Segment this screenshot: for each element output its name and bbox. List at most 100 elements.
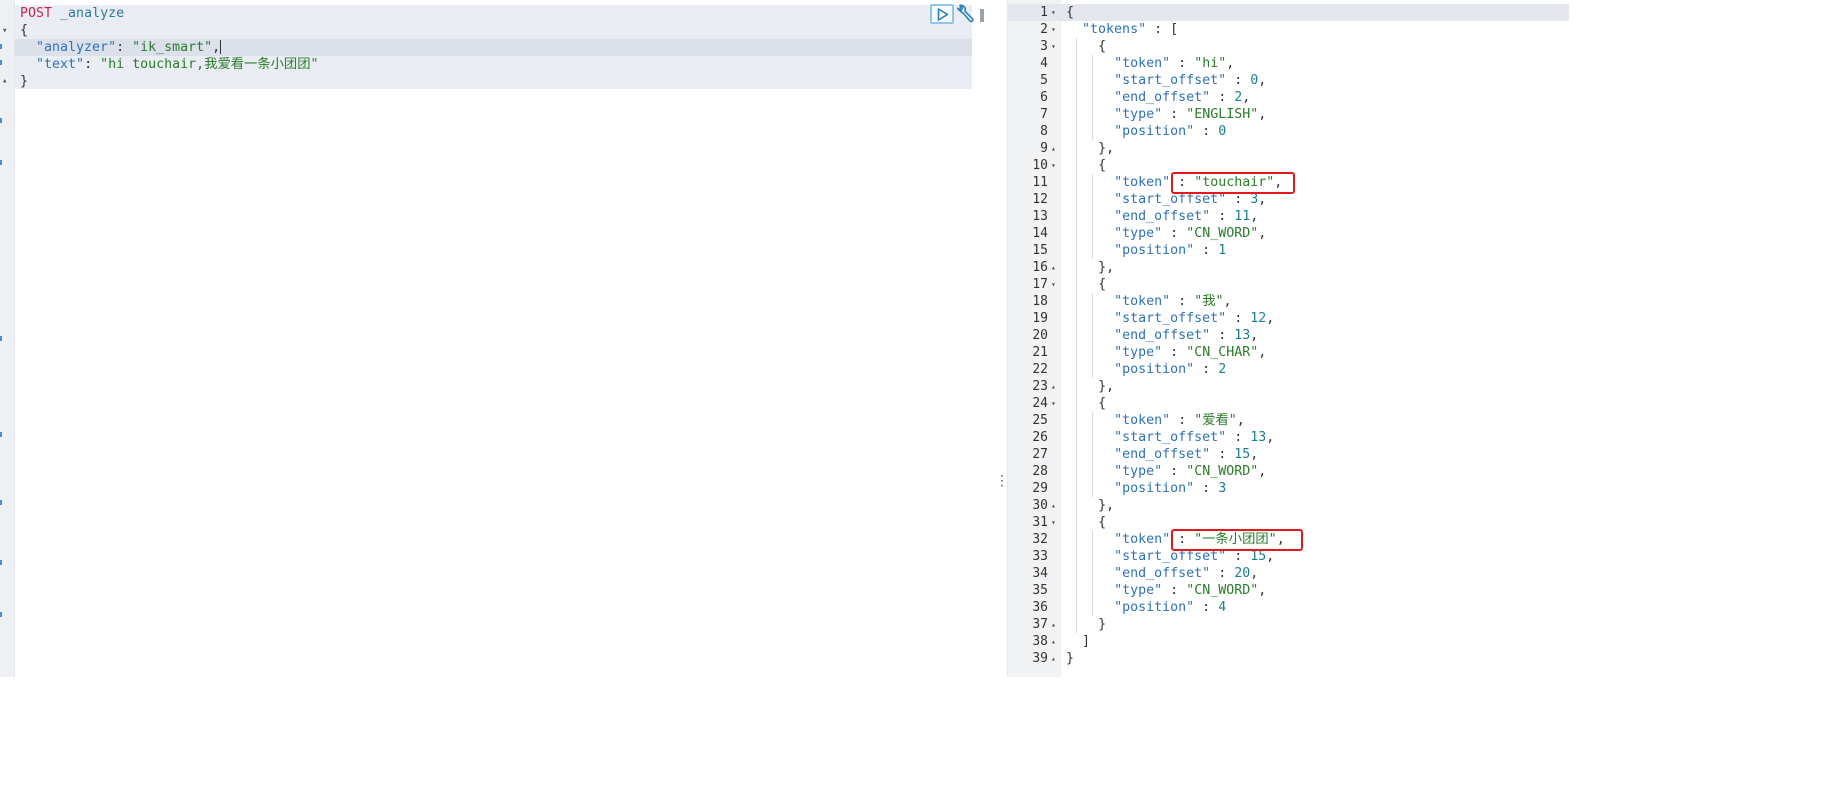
json-punctuation: : (1162, 583, 1187, 598)
line-number: 9 (1040, 141, 1048, 156)
json-punctuation: : (1162, 345, 1187, 360)
response-line: "end_offset" : 20, (1114, 565, 1258, 582)
json-value: 11 (1234, 209, 1251, 224)
json-punctuation: : (1162, 107, 1187, 122)
line-number: 4 (1040, 56, 1048, 71)
fold-close-icon[interactable]: ▴ (1051, 497, 1061, 514)
json-punctuation: }, (1098, 379, 1115, 394)
line-number: 34 (1032, 566, 1048, 581)
request-path: _analyze (60, 6, 125, 21)
json-value: "CN_WORD" (1186, 226, 1259, 241)
response-viewer[interactable]: 1 ▾{2 ▾ "tokens" : [3 ▾{4 "token" : "hi", 5 "st… (1007, 0, 1569, 677)
line-number: 1 (1040, 5, 1048, 20)
request-line-5[interactable]: } (20, 73, 28, 90)
json-punctuation: , (1258, 464, 1267, 479)
fold-open-icon[interactable]: ▾ (1051, 21, 1061, 38)
line-number: 6 (1040, 90, 1048, 105)
analyzer-key: "analyzer" (36, 40, 117, 55)
gutter-marker (0, 60, 2, 65)
fold-open-icon[interactable]: ▾ (1051, 38, 1061, 55)
request-line-1[interactable]: POST _analyze (20, 5, 124, 22)
response-line: "end_offset" : 13, (1114, 327, 1258, 344)
json-value: 0 (1218, 124, 1227, 139)
response-line: "token" : "爱看", (1114, 412, 1245, 429)
line-number: 36 (1032, 600, 1048, 615)
fold-close-icon[interactable]: ▴ (1051, 633, 1061, 650)
response-line: { (1098, 395, 1106, 412)
request-editor[interactable]: ▾ ▴ POST _analyze { "analyzer": "ik_smar… (0, 0, 990, 677)
json-punctuation: , (1266, 549, 1275, 564)
fold-open-icon[interactable]: ▾ (1051, 157, 1061, 174)
response-line: "start_offset" : 13, (1114, 429, 1274, 446)
json-punctuation: , (1223, 294, 1232, 309)
json-key: "token" (1114, 56, 1171, 71)
play-icon (937, 8, 949, 21)
fold-open-icon[interactable]: ▾ (1051, 4, 1061, 21)
response-line: "type" : "CN_WORD", (1114, 582, 1266, 599)
json-punctuation: , (1266, 311, 1275, 326)
json-punctuation: : (1194, 600, 1219, 615)
json-punctuation: { (1098, 515, 1107, 530)
indent-guide (1092, 531, 1094, 616)
json-value: 15 (1234, 447, 1251, 462)
line-number: 32 (1032, 532, 1048, 547)
request-line-3[interactable]: "analyzer": "ik_smart", (20, 39, 222, 56)
fold-open-icon[interactable]: ▾ (1051, 514, 1061, 531)
indent-guide (1092, 412, 1094, 497)
request-line-4[interactable]: "text": "hi touchair,我爱看一条小团团" (20, 56, 319, 73)
fold-close-icon[interactable]: ▴ (1051, 140, 1061, 157)
response-line: { (1098, 38, 1106, 55)
response-line: "type" : "CN_WORD", (1114, 463, 1266, 480)
response-line: { (1098, 276, 1106, 293)
json-value: 4 (1218, 600, 1227, 615)
json-key: "type" (1114, 583, 1163, 598)
json-punctuation: , (1250, 447, 1259, 462)
json-punctuation: : [ (1146, 22, 1179, 37)
json-key: "position" (1114, 362, 1195, 377)
line-number: 17 (1032, 277, 1048, 292)
json-punctuation: , (1236, 413, 1245, 428)
json-punctuation: : (1226, 192, 1251, 207)
fold-open-icon[interactable]: ▾ (2, 26, 7, 36)
analyzer-value: "ik_smart" (132, 40, 213, 55)
fold-close-icon[interactable]: ▴ (1051, 650, 1061, 667)
response-line: "position" : 3 (1114, 480, 1226, 497)
fold-close-icon[interactable]: ▴ (1051, 378, 1061, 395)
json-value: 13 (1234, 328, 1251, 343)
json-value: "我" (1194, 294, 1224, 309)
fold-close-icon[interactable]: ▴ (2, 76, 7, 86)
fold-open-icon[interactable]: ▾ (1051, 395, 1061, 412)
wrench-icon[interactable] (957, 4, 975, 24)
line-number: 31 (1032, 515, 1048, 530)
line-number: 30 (1032, 498, 1048, 513)
json-key: "token" (1114, 532, 1171, 547)
json-key: "type" (1114, 226, 1163, 241)
fold-close-icon[interactable]: ▴ (1051, 616, 1061, 633)
line-number: 14 (1032, 226, 1048, 241)
json-key: "start_offset" (1114, 192, 1227, 207)
response-line: "position" : 4 (1114, 599, 1226, 616)
json-punctuation: : (1210, 209, 1235, 224)
json-punctuation: : (1162, 464, 1187, 479)
line-number: 3 (1040, 39, 1048, 54)
json-punctuation: , (1258, 107, 1267, 122)
send-request-button[interactable] (930, 4, 954, 24)
json-value: "爱看" (1194, 413, 1237, 428)
line-number: 22 (1032, 362, 1048, 377)
scroll-indicator[interactable] (980, 9, 984, 22)
indent-guide (1092, 293, 1094, 378)
json-value: 2 (1218, 362, 1227, 377)
json-value: 1 (1218, 243, 1227, 258)
request-line-2[interactable]: { (20, 22, 28, 39)
line-number: 16 (1032, 260, 1048, 275)
response-line: } (1066, 650, 1074, 667)
gutter-marker (0, 612, 2, 617)
fold-close-icon[interactable]: ▴ (1051, 259, 1061, 276)
json-punctuation: : (1170, 56, 1195, 71)
json-value: "hi" (1194, 56, 1227, 71)
response-line: "start_offset" : 0, (1114, 72, 1266, 89)
gutter-marker (0, 44, 2, 49)
json-punctuation: { (1098, 396, 1107, 411)
console-app: ▾ ▴ POST _analyze { "analyzer": "ik_smar… (0, 0, 1569, 677)
fold-open-icon[interactable]: ▾ (1051, 276, 1061, 293)
